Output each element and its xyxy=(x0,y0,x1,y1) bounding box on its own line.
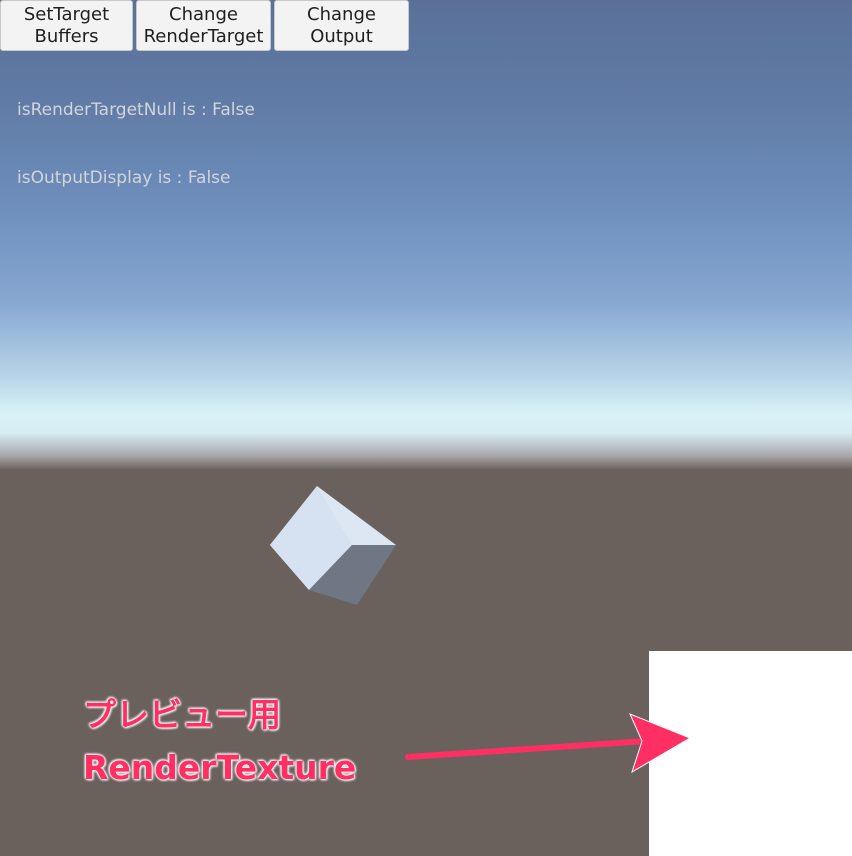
annotation-rendertexture-label: RenderTexture xyxy=(83,748,357,787)
set-target-buffers-button[interactable]: SetTarget Buffers xyxy=(0,0,133,51)
change-render-target-button[interactable]: Change RenderTarget xyxy=(136,0,271,51)
button-label-line2: Output xyxy=(310,25,373,47)
change-output-button[interactable]: Change Output xyxy=(274,0,409,51)
button-label-line2: RenderTarget xyxy=(143,25,264,47)
output-display-label: isOutputDisplay is : False xyxy=(17,168,231,188)
button-label-line1: SetTarget xyxy=(23,3,110,25)
button-label-line1: Change xyxy=(307,3,376,25)
toolbar: SetTarget Buffers Change RenderTarget Ch… xyxy=(0,0,412,51)
annotation-preview-label: プレビュー用 xyxy=(83,695,281,734)
render-target-null-label: isRenderTargetNull is : False xyxy=(17,100,255,120)
button-label-line1: Change xyxy=(169,3,238,25)
button-label-line2: Buffers xyxy=(34,25,99,47)
